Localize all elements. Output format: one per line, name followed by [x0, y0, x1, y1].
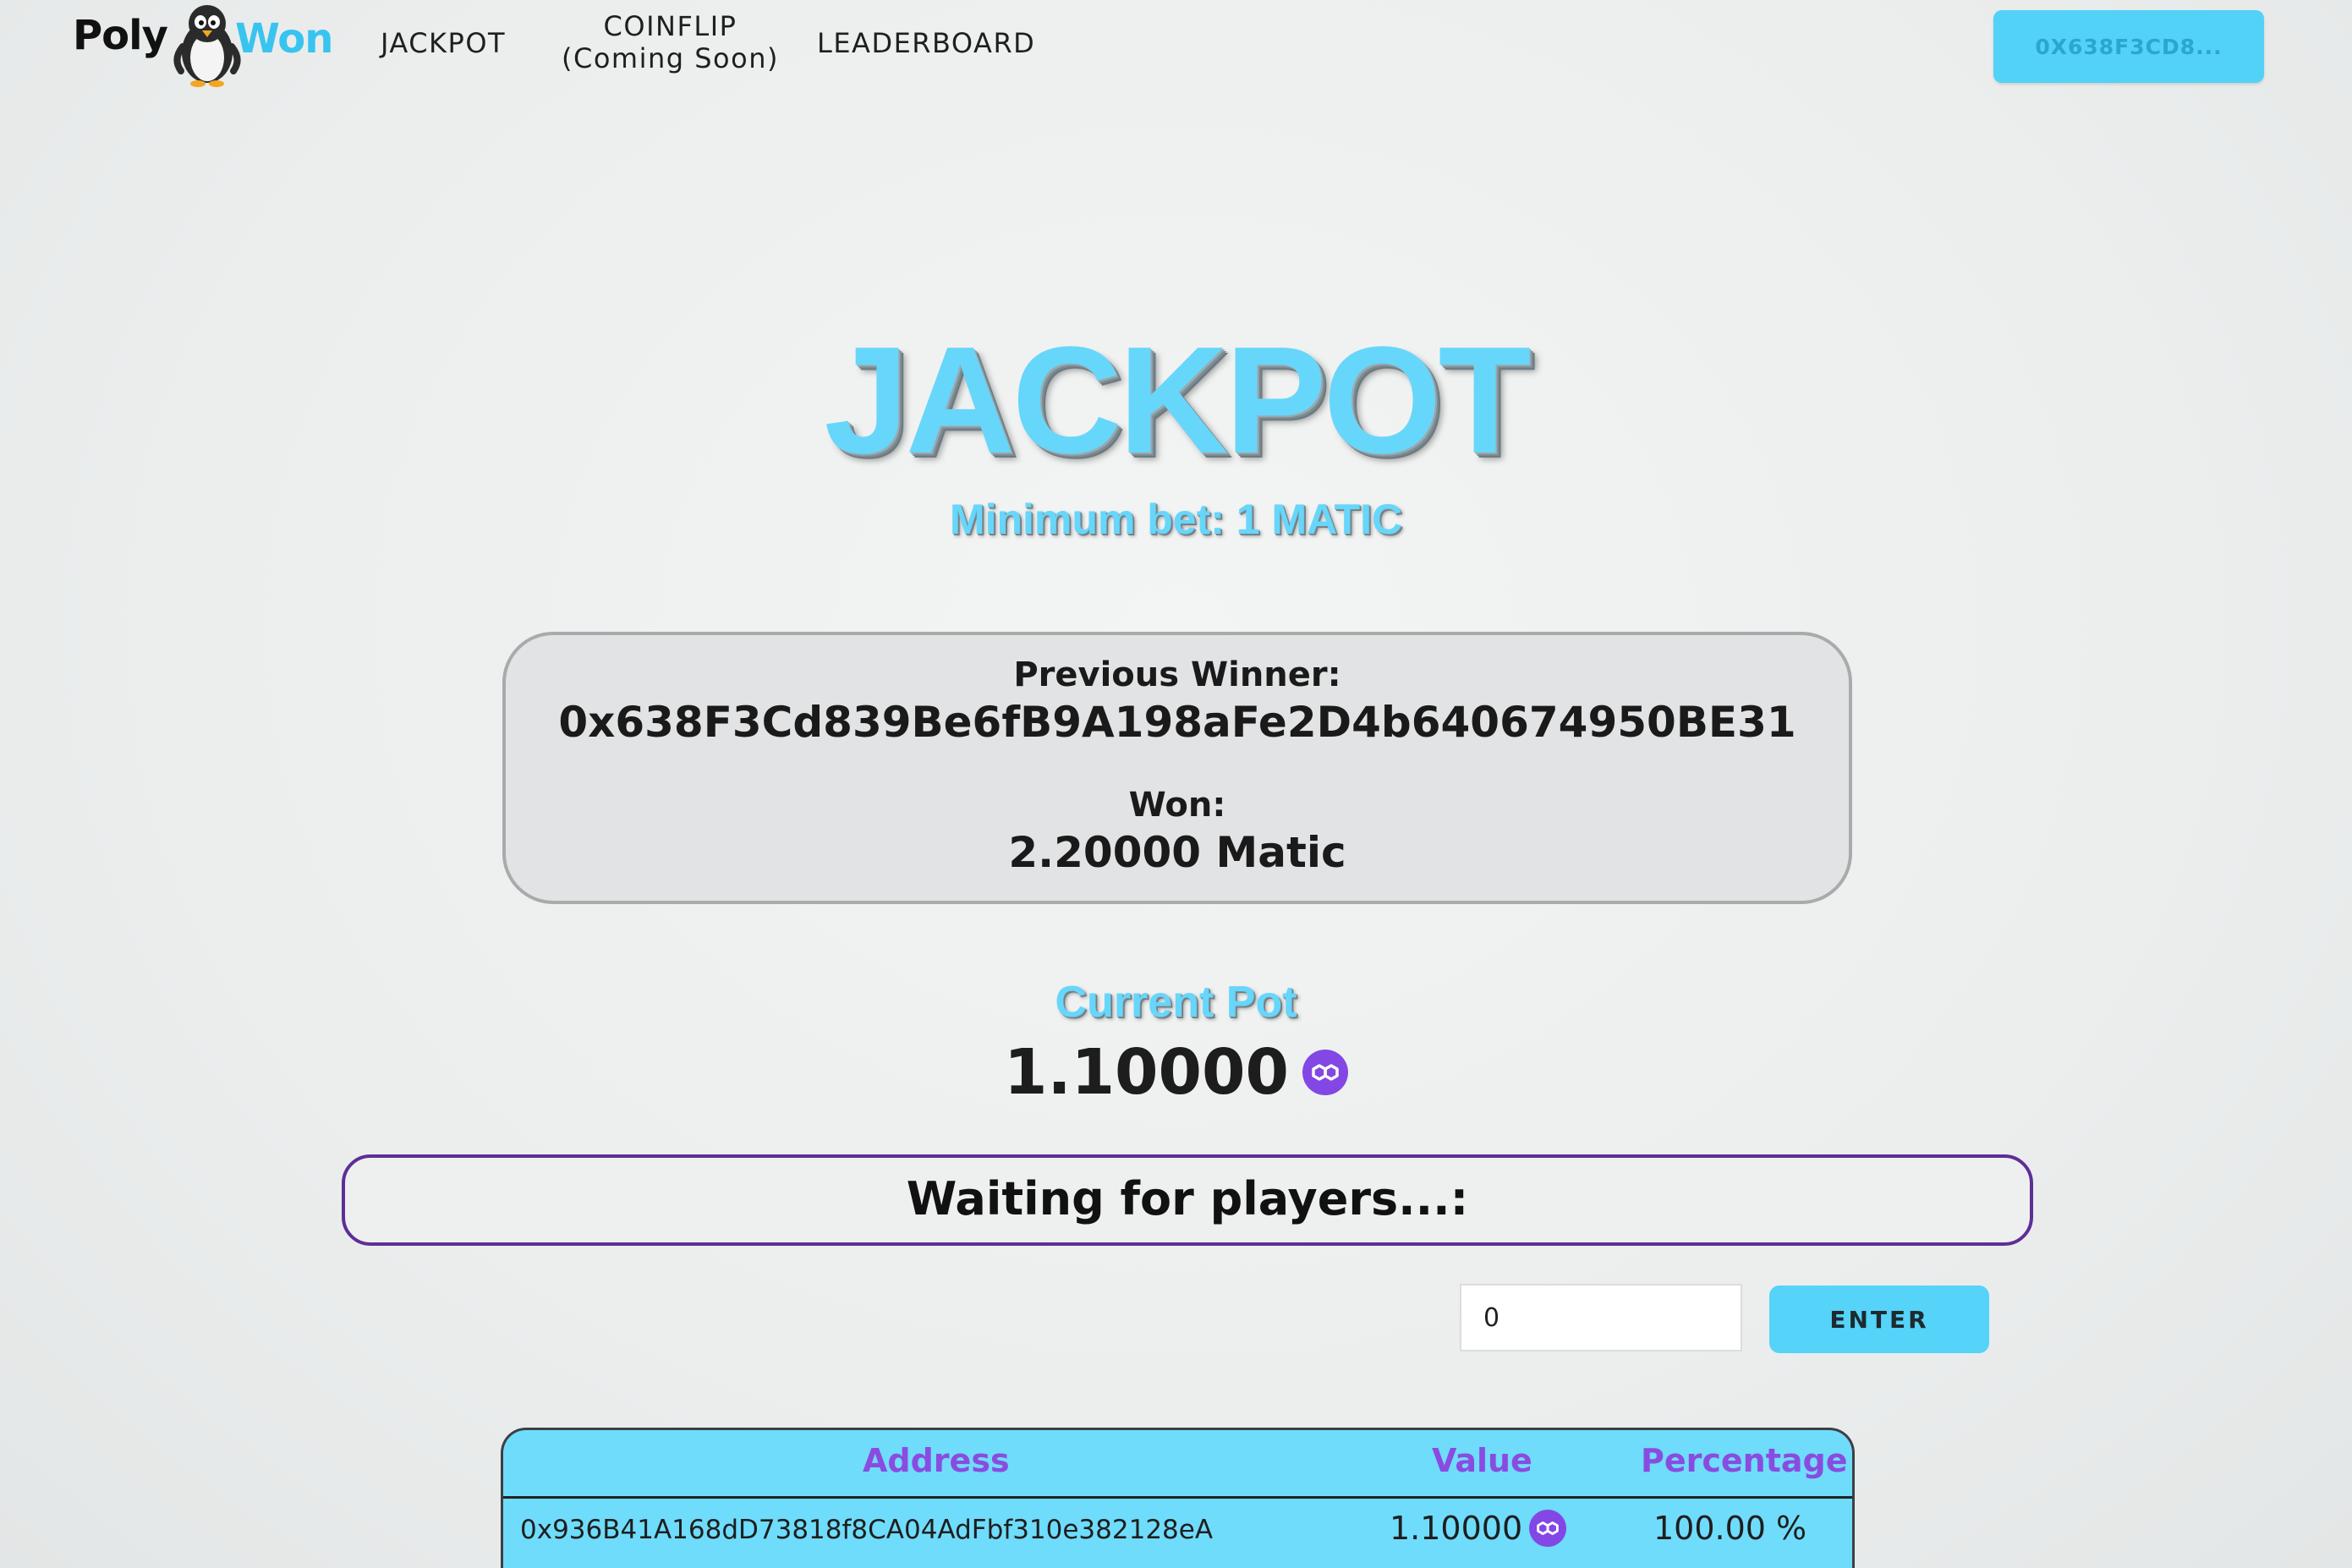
current-pot: 1.10000	[0, 1036, 2352, 1109]
nav-coinflip-sublabel: (Coming Soon)	[562, 42, 779, 74]
column-header-percentage: Percentage	[1641, 1442, 1848, 1479]
logo-text-poly: Poly	[73, 12, 168, 59]
wallet-address-button[interactable]: 0X638F3CD8...	[1993, 10, 2264, 83]
minimum-bet-label: Minimum bet: 1 MATIC	[949, 496, 1403, 543]
page-title: JACKPOT	[824, 315, 1531, 485]
nav-link-jackpot[interactable]: JACKPOT	[381, 27, 506, 59]
previous-winner-card: Previous Winner: 0x638F3Cd839Be6fB9A198a…	[502, 632, 1852, 904]
nav-link-leaderboard[interactable]: LEADERBOARD	[817, 27, 1035, 59]
nav-coinflip-label: COINFLIP	[603, 10, 737, 42]
penguin-mascot-icon	[173, 5, 241, 87]
previous-winner-label: Previous Winner:	[1013, 655, 1341, 694]
bet-amount-input[interactable]	[1460, 1284, 1742, 1351]
matic-icon	[1529, 1510, 1567, 1547]
previous-winner-address: 0x638F3Cd839Be6fB9A198aFe2D4b640674950BE…	[558, 698, 1796, 747]
table-header: Address Value Percentage	[503, 1430, 1852, 1499]
row-address: 0x936B41A168dD73818f8CA04AdFbf310e382128…	[520, 1515, 1214, 1545]
waiting-for-players-banner: Waiting for players...:	[342, 1154, 2033, 1246]
won-label: Won:	[1128, 786, 1226, 825]
polywon-logo[interactable]: Poly Won	[69, 0, 340, 88]
enter-button[interactable]: ENTER	[1769, 1286, 1989, 1353]
matic-icon	[1302, 1050, 1349, 1095]
nav-link-coinflip[interactable]: COINFLIP (Coming Soon)	[562, 10, 779, 74]
top-nav: Poly Won JACKPOT COINFLIP (Coming Soon)	[0, 0, 2352, 93]
current-pot-value: 1.10000	[1003, 1036, 1290, 1109]
logo-text-won: Won	[235, 15, 333, 63]
row-percentage: 100.00 %	[1653, 1510, 1807, 1547]
column-header-address: Address	[863, 1442, 1010, 1479]
won-amount: 2.20000 Matic	[1008, 828, 1346, 877]
players-table: Address Value Percentage 0x936B41A168dD7…	[501, 1428, 1855, 1568]
current-pot-label: Current Pot	[1055, 978, 1297, 1027]
page: Poly Won JACKPOT COINFLIP (Coming Soon)	[0, 0, 2352, 1568]
row-value: 1.10000	[1390, 1510, 1567, 1547]
row-value-text: 1.10000	[1390, 1510, 1523, 1547]
column-header-value: Value	[1432, 1442, 1532, 1479]
